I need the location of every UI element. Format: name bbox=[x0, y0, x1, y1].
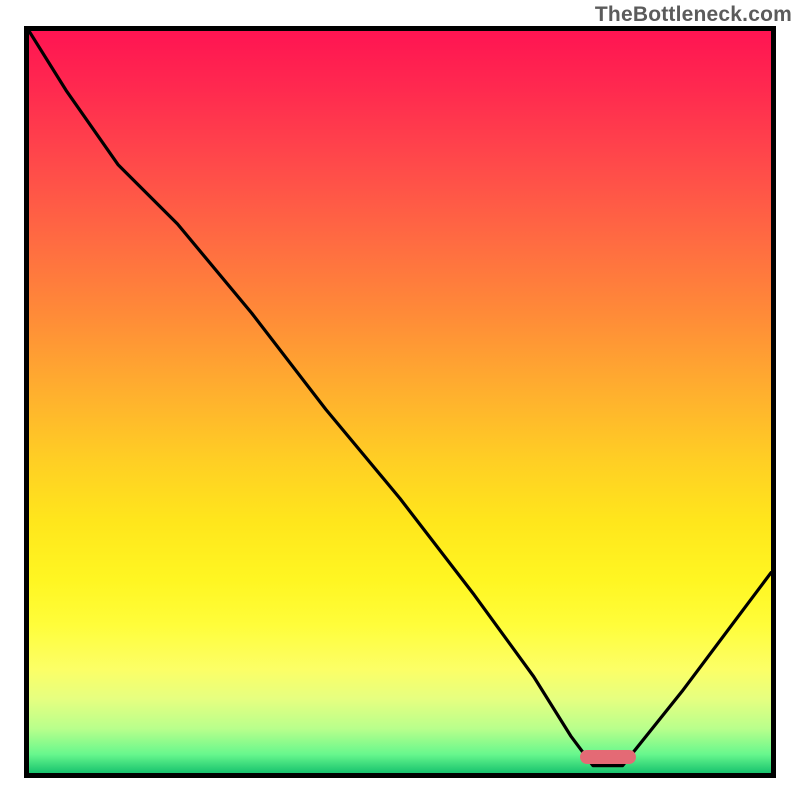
curve-svg bbox=[29, 31, 771, 773]
bottleneck-curve bbox=[29, 31, 771, 766]
axis-border-top bbox=[24, 26, 776, 31]
figure-root: TheBottleneck.com bbox=[0, 0, 800, 800]
chart-area bbox=[24, 26, 776, 778]
axis-border-right bbox=[771, 26, 776, 778]
optimal-marker bbox=[580, 750, 636, 764]
axis-border-left bbox=[24, 26, 29, 778]
attribution-text: TheBottleneck.com bbox=[595, 3, 792, 27]
axis-border-bottom bbox=[24, 773, 776, 778]
